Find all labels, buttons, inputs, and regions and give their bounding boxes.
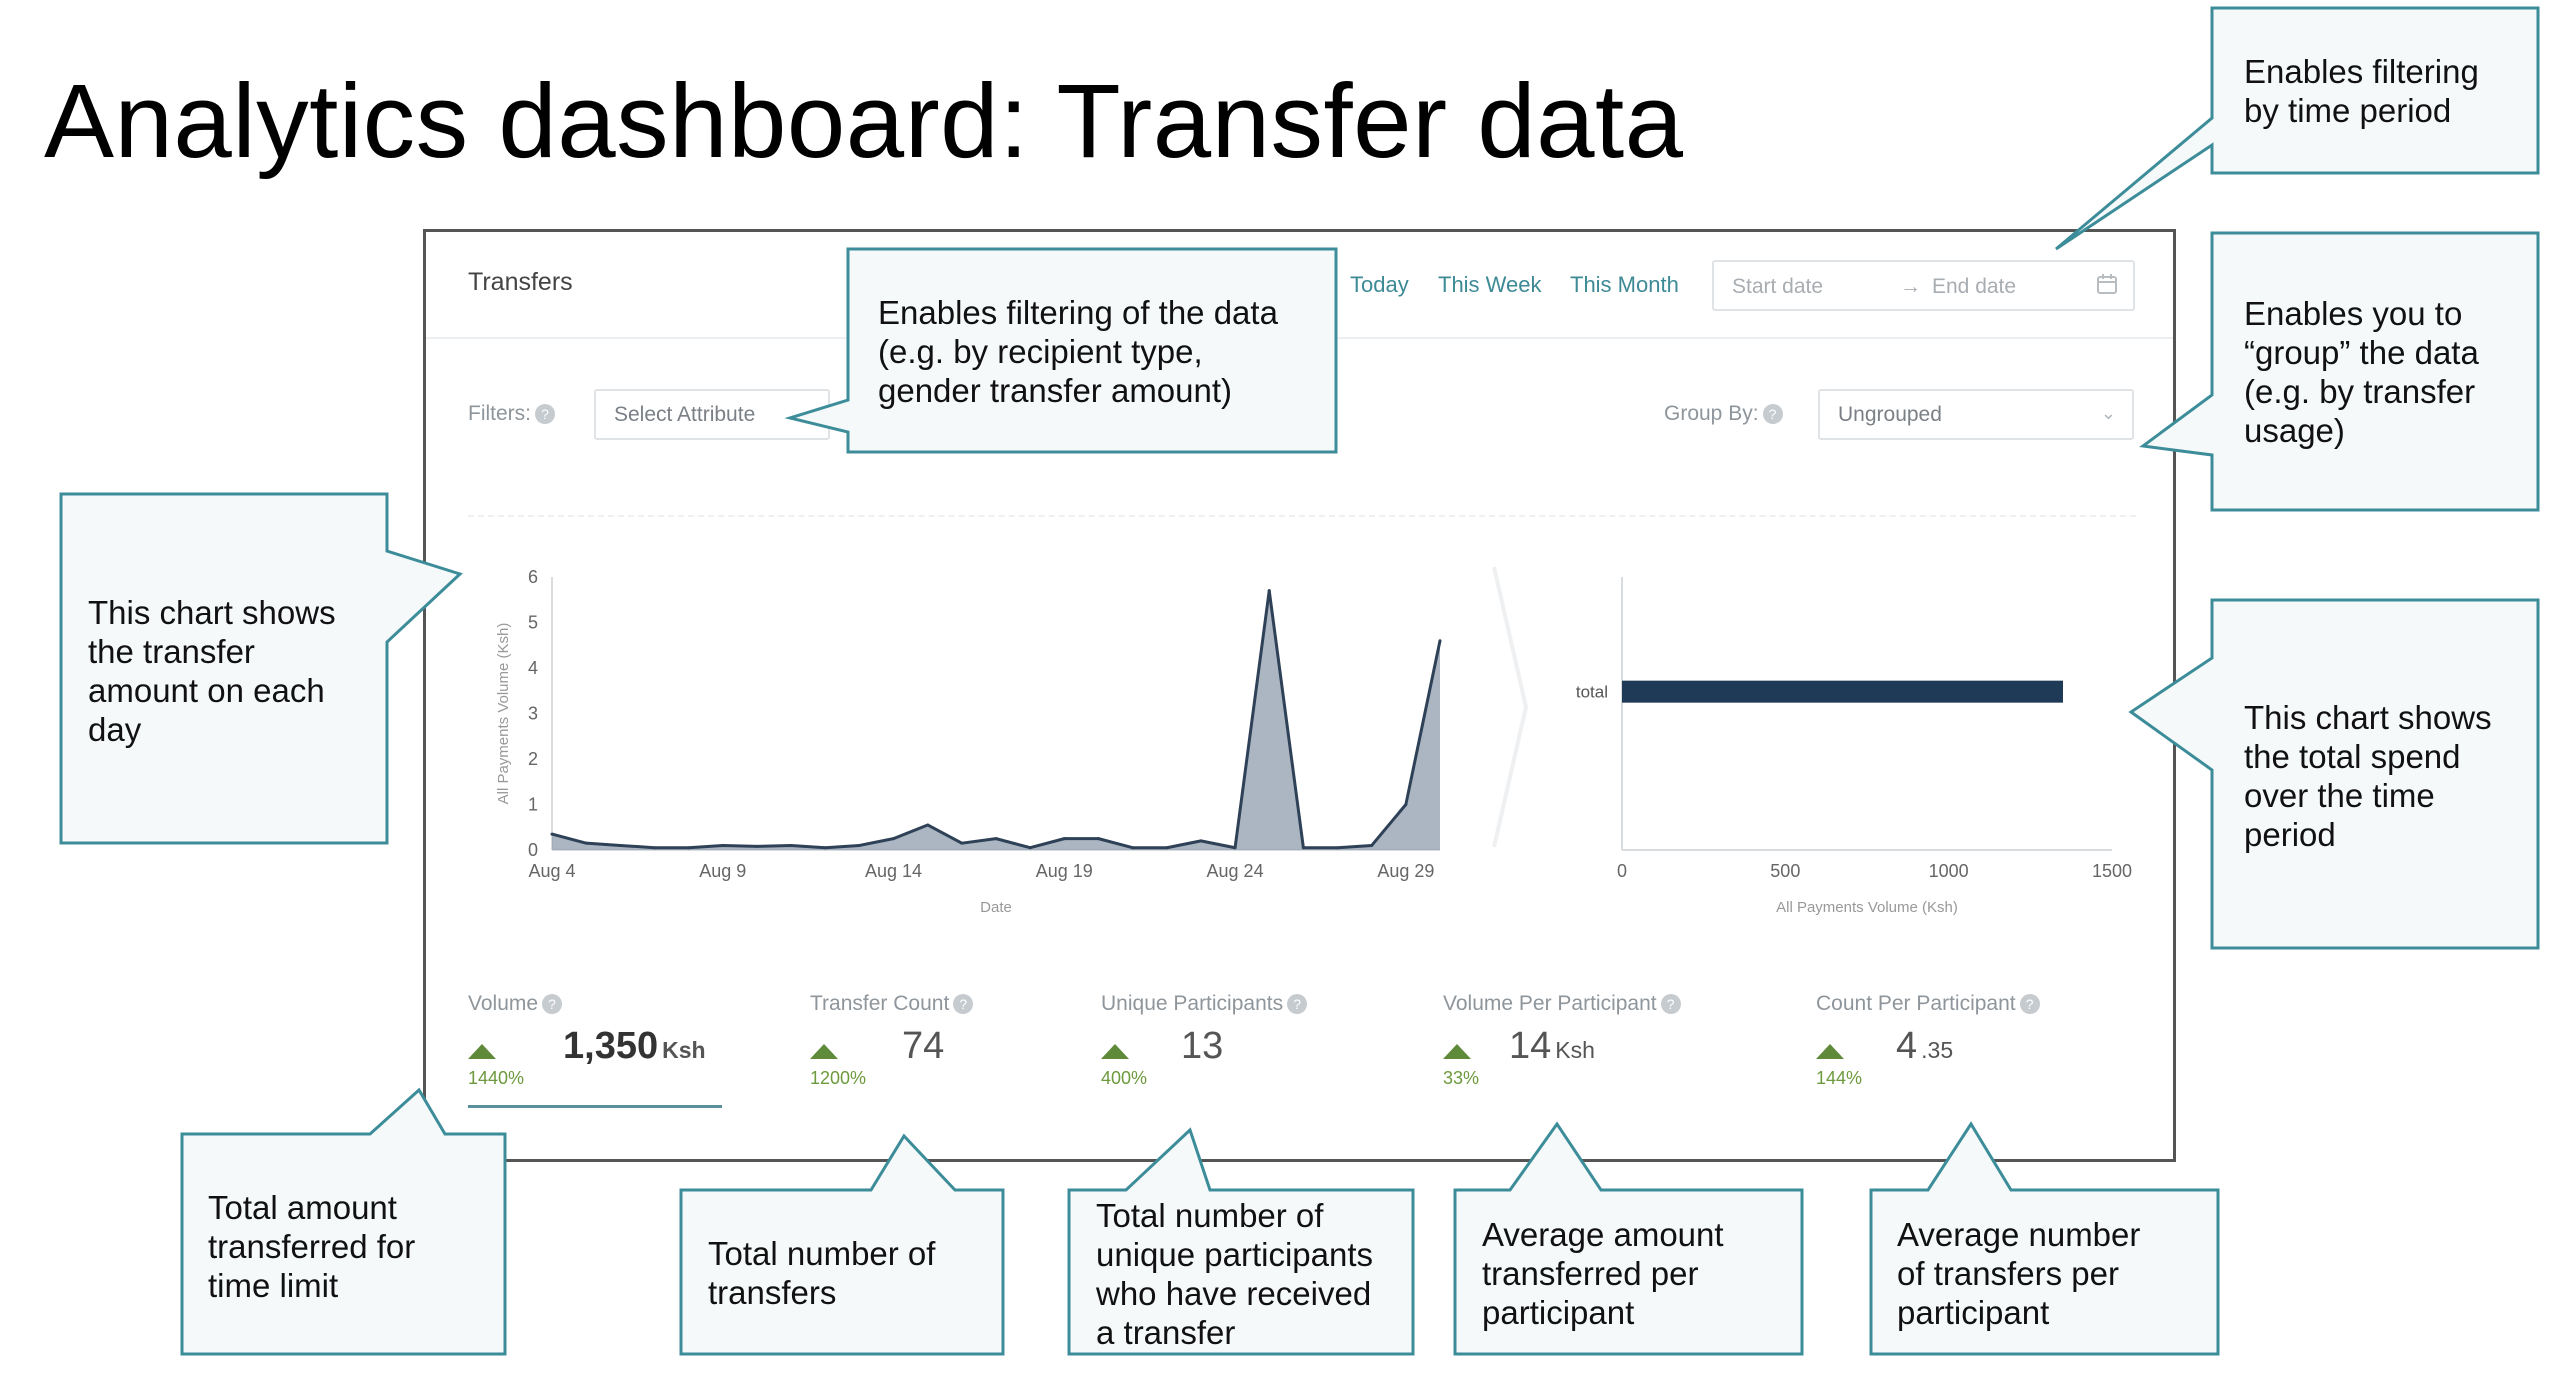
annotation-volume: Total amount transferred for time limit bbox=[208, 1189, 416, 1304]
annotation-count-per-participant: Average number of transfers per participan… bbox=[1897, 1216, 2141, 1331]
annotation-transfer-count: Total number of transfers bbox=[708, 1235, 936, 1311]
annotation-group-by: Enables you to “group” the data (e.g. by t… bbox=[2244, 295, 2479, 449]
annotation-volume-per-participant: Average amount transferred per participant bbox=[1482, 1216, 1724, 1331]
annotation-time-period: Enables filtering by time period bbox=[2244, 53, 2479, 129]
annotation-callouts bbox=[59, 6, 2540, 1356]
annotation-unique-participants: Total number of unique participants who ha… bbox=[1096, 1197, 1374, 1351]
annotation-total-chart: This chart shows the total spend over the … bbox=[2244, 699, 2492, 853]
annotation-filters: Enables filtering of the data (e.g. by re… bbox=[878, 294, 1278, 409]
annotation-daily-chart: This chart shows the transfer amount on ea… bbox=[88, 594, 336, 748]
